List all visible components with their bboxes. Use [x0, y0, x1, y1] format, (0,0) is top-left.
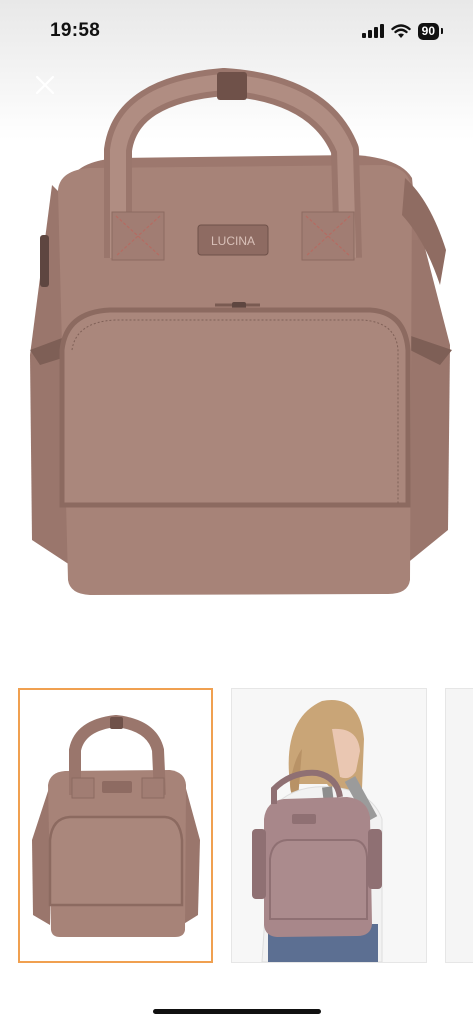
thumbnail-bag-front[interactable]: [18, 688, 213, 963]
thumbnail-model-wearing[interactable]: [231, 688, 427, 963]
thumbnail-strip[interactable]: [0, 688, 473, 965]
home-indicator[interactable]: [153, 1009, 321, 1014]
status-icons: 90: [361, 22, 444, 40]
signal-icon: [361, 24, 384, 38]
product-image[interactable]: LUCINA: [0, 0, 473, 650]
status-time: 19:58: [50, 20, 101, 41]
model-thumbnail-image: [232, 689, 426, 962]
brand-label: LUCINA: [211, 234, 255, 248]
backpack-illustration: LUCINA: [30, 68, 452, 595]
status-bar: 19:58 90: [0, 0, 473, 62]
wifi-icon: [390, 23, 411, 38]
close-button[interactable]: [28, 68, 62, 102]
thumbnail-partial[interactable]: [445, 688, 473, 963]
close-icon: [35, 75, 55, 95]
partial-thumbnail-image: [446, 689, 473, 962]
battery-icon: 90: [417, 22, 444, 40]
backpack-thumbnail-image: [32, 714, 200, 937]
